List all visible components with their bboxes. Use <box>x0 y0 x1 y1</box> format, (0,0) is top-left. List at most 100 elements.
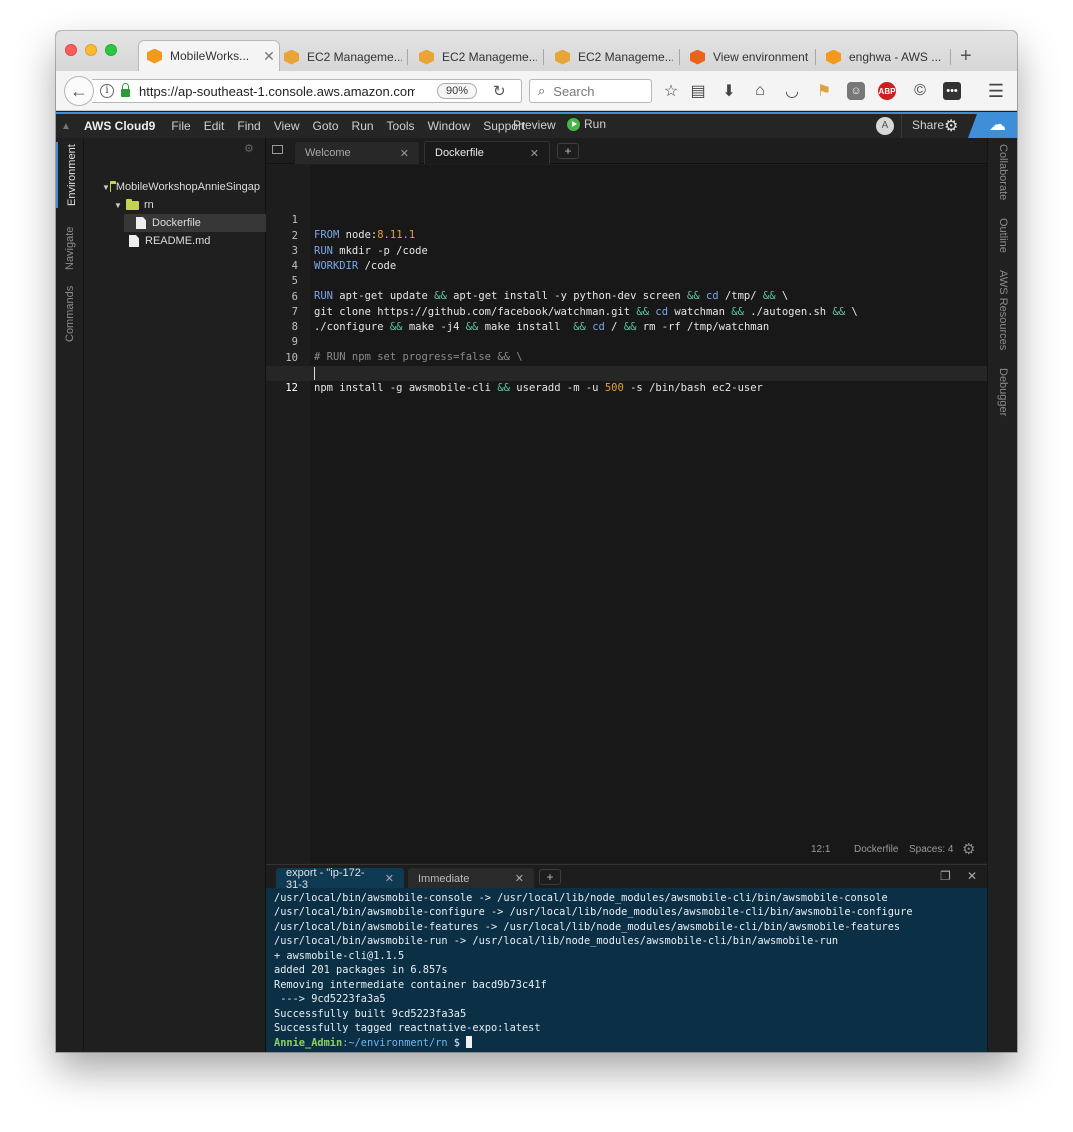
tree-node-readme[interactable]: README.md <box>129 232 210 250</box>
code-line[interactable]: 4 <box>266 244 304 272</box>
terminal-tab-immediate[interactable]: Immediate ✕ <box>408 868 534 889</box>
chevron-up-icon[interactable]: ▲ <box>56 121 76 132</box>
new-tab-button[interactable]: + <box>960 46 972 66</box>
close-panel-icon[interactable]: ✕ <box>967 869 977 883</box>
close-icon[interactable]: ✕ <box>530 147 539 160</box>
close-icon[interactable]: ✕ <box>385 872 394 885</box>
extension-icon[interactable]: ⚑ <box>813 80 835 102</box>
zoom-level-badge[interactable]: 90% <box>437 83 478 99</box>
menu-window[interactable]: Window <box>428 119 471 133</box>
menu-edit[interactable]: Edit <box>204 119 225 133</box>
tab-divider <box>950 49 951 65</box>
url-text[interactable]: https://ap-southeast-1.console.aws.amazo… <box>139 84 415 99</box>
terminal-prompt[interactable]: Annie_Admin:~/environment/rn $ <box>274 1036 473 1051</box>
tab-close-icon[interactable]: ✕ <box>263 48 275 65</box>
terminal-tab-bar: export - "ip-172-31-3 ✕ Immediate ✕ + ❐ … <box>266 864 987 891</box>
url-bar[interactable]: i https://ap-southeast-1.console.aws.ama… <box>92 79 522 103</box>
tree-settings-gear-icon[interactable]: ⚙ <box>244 142 254 155</box>
bookmark-star-icon[interactable]: ☆ <box>660 80 682 102</box>
cloud9-brand[interactable]: AWS Cloud9 <box>84 119 155 133</box>
preview-button[interactable]: Preview <box>513 118 556 132</box>
menu-view[interactable]: View <box>274 119 300 133</box>
lock-icon[interactable] <box>121 83 130 97</box>
panel-tab-outline[interactable]: Outline <box>995 218 1011 258</box>
ghost-extension-icon[interactable]: ☺ <box>847 82 865 100</box>
back-button[interactable]: ← <box>64 76 94 106</box>
editor-tab-title: Dockerfile <box>435 147 484 159</box>
add-terminal-tab-button[interactable]: + <box>539 869 561 885</box>
circle-c-icon[interactable]: © <box>909 80 931 102</box>
reload-icon[interactable]: ↻ <box>493 82 506 100</box>
browser-tab-ec2-3[interactable]: EC2 Manageme... <box>555 43 673 71</box>
tree-node-rn[interactable]: ▼ rn <box>114 196 154 214</box>
code-line[interactable]: 3 WORKDIR /code <box>266 229 397 272</box>
toggle-panel-icon[interactable] <box>272 145 283 154</box>
tab-title: EC2 Manageme... <box>578 50 673 64</box>
panel-tab-collaborate[interactable]: Collaborate <box>995 144 1011 206</box>
editor-tab-welcome[interactable]: Welcome ✕ <box>294 141 420 164</box>
tree-node-dockerfile[interactable]: Dockerfile <box>124 214 284 232</box>
cloud9-logo-icon[interactable]: ☁ <box>968 112 1017 138</box>
panel-tab-environment[interactable]: Environment <box>56 142 84 208</box>
indent-setting[interactable]: Spaces: 4 <box>909 844 953 855</box>
add-editor-tab-button[interactable]: + <box>557 143 579 159</box>
prompt-path: :~/environment/rn <box>342 1037 448 1049</box>
caret-down-icon[interactable]: ▼ <box>114 201 126 210</box>
caret-down-icon[interactable]: ▼ <box>102 183 110 192</box>
downloads-icon[interactable]: ⬇ <box>718 80 740 102</box>
share-button[interactable]: Share <box>912 118 944 132</box>
code-line[interactable]: 6 git clone https://github.com/facebook/… <box>266 275 858 318</box>
panel-tab-debugger[interactable]: Debugger <box>995 368 1011 420</box>
more-extensions-icon[interactable]: ••• <box>943 82 961 100</box>
menu-find[interactable]: Find <box>237 119 260 133</box>
syntax-mode[interactable]: Dockerfile <box>854 844 898 855</box>
browser-tab-enghwa[interactable]: enghwa - AWS ... <box>826 43 944 71</box>
menu-file[interactable]: File <box>171 119 190 133</box>
editor-tab-dockerfile[interactable]: Dockerfile ✕ <box>424 141 550 164</box>
code-line[interactable]: 8 <box>266 305 304 333</box>
code-editor[interactable]: 1 FROM node:8.11.1 2 RUN mkdir -p /code … <box>266 165 987 863</box>
run-button[interactable]: Run <box>567 117 606 131</box>
code-line[interactable]: 10 RUN npm install -g exp && npm install… <box>266 336 750 379</box>
panel-tab-aws-resources[interactable]: AWS Resources <box>995 270 1011 356</box>
info-icon[interactable]: i <box>100 84 114 98</box>
restore-panel-icon[interactable]: ❐ <box>940 869 951 883</box>
code-line[interactable]: 5 RUN apt-get update && apt-get install … <box>266 259 789 302</box>
menu-run[interactable]: Run <box>352 119 374 133</box>
user-avatar[interactable]: A <box>876 117 894 135</box>
close-window-button[interactable] <box>65 44 77 56</box>
code-line[interactable]: 7 ./configure && make -j4 && make instal… <box>266 290 770 333</box>
cursor-position[interactable]: 12:1 <box>811 844 830 855</box>
menu-tools[interactable]: Tools <box>387 119 415 133</box>
code-line[interactable]: 11 npm install -g awsmobile-cli && usera… <box>266 351 763 394</box>
hamburger-menu-icon[interactable]: ☰ <box>985 80 1007 102</box>
browser-tab-mobileworkshop[interactable]: MobileWorks... ✕ <box>138 40 280 71</box>
code-line[interactable]: 9 # RUN npm set progress=false && \ <box>266 320 523 363</box>
code-text: npm install -g awsmobile-cli && useradd … <box>314 382 763 394</box>
adblock-icon[interactable]: ABP <box>878 82 896 100</box>
zoom-window-button[interactable] <box>105 44 117 56</box>
menu-goto[interactable]: Goto <box>313 119 339 133</box>
terminal-tab-export[interactable]: export - "ip-172-31-3 ✕ <box>276 867 404 891</box>
browser-tab-ec2-1[interactable]: EC2 Manageme... <box>284 43 402 71</box>
tree-node-root[interactable]: ▼ MobileWorkshopAnnieSingap <box>102 178 260 196</box>
code-line-current[interactable]: 12 <box>266 366 987 394</box>
pocket-icon[interactable]: ◡ <box>781 80 803 102</box>
panel-tab-commands[interactable]: Commands <box>56 284 84 344</box>
reading-list-icon[interactable]: ▤ <box>687 80 709 102</box>
terminal-output[interactable]: /usr/local/bin/awsmobile-console -> /usr… <box>266 888 987 1052</box>
close-icon[interactable]: ✕ <box>515 872 524 885</box>
minimize-window-button[interactable] <box>85 44 97 56</box>
tree-node-label: README.md <box>145 235 211 247</box>
browser-tab-ec2-2[interactable]: EC2 Manageme... <box>419 43 537 71</box>
panel-tab-navigate[interactable]: Navigate <box>56 220 84 272</box>
folder-icon <box>126 198 139 210</box>
search-input[interactable]: ⌕ Search <box>529 79 652 103</box>
code-line[interactable]: 1 FROM node:8.11.1 <box>266 198 416 241</box>
code-line[interactable]: 2 RUN mkdir -p /code <box>266 214 428 257</box>
home-icon[interactable]: ⌂ <box>749 80 771 102</box>
gear-icon[interactable]: ⚙ <box>944 116 958 136</box>
editor-settings-gear-icon[interactable]: ⚙ <box>962 840 975 858</box>
close-icon[interactable]: ✕ <box>400 147 409 160</box>
browser-tab-view-environment[interactable]: View environment <box>690 43 812 71</box>
